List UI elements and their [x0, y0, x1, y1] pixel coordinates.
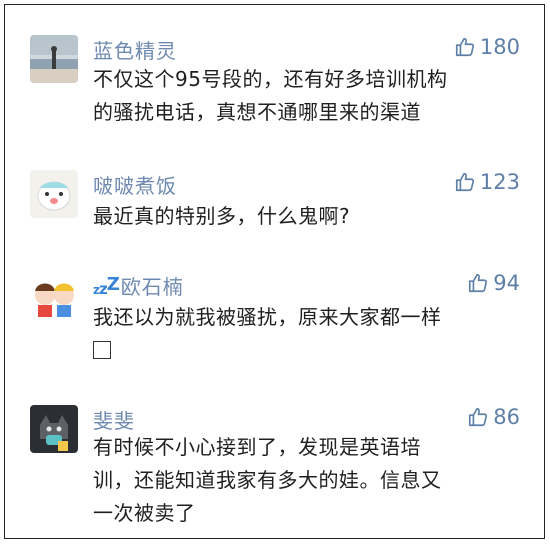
thumbs-up-icon	[455, 37, 474, 57]
comment-list: 蓝色精灵 180 不仅这个95号段的，还有好多培训机构 的骚扰电话，真想不通哪里…	[4, 4, 545, 539]
avatar[interactable]	[30, 405, 78, 453]
like-count: 180	[479, 35, 520, 59]
commenter-name[interactable]: zzZ 欧石楠	[93, 271, 184, 300]
zzz-sleep-emoji-icon: zzZ	[93, 274, 120, 298]
comment-text-line: 不仅这个95号段的，还有好多培训机构	[93, 67, 448, 91]
like-count: 94	[493, 271, 520, 295]
avatar[interactable]	[30, 271, 78, 319]
like-count: 86	[493, 405, 520, 429]
like-button[interactable]: 123	[454, 170, 520, 194]
comment-text-line: 一次被卖了	[93, 501, 196, 525]
comment-text-line	[93, 334, 513, 367]
thumbs-up-icon	[455, 172, 474, 192]
comment-text: 有时候不小心接到了，发现是英语培 训，还能知道我家有多大的娃。信息又 一次被卖了	[93, 431, 513, 530]
comment-text: 最近真的特别多，什么鬼啊?	[93, 200, 513, 233]
comment-text: 不仅这个95号段的，还有好多培训机构 的骚扰电话，真想不通哪里来的渠道	[93, 63, 513, 129]
avatar[interactable]	[30, 35, 78, 83]
avatar[interactable]	[30, 170, 78, 218]
commenter-name[interactable]: 啵啵煮饭	[93, 170, 177, 199]
commenter-name[interactable]: 蓝色精灵	[93, 35, 177, 64]
commenter-name-text: 欧石楠	[120, 275, 184, 299]
comment-text-line: 训，还能知道我家有多大的娃。信息又	[93, 468, 442, 492]
thumbs-up-icon	[469, 273, 488, 293]
comment-text: 我还以为就我被骚扰，原来大家都一样	[93, 301, 513, 367]
comment-text-line: 的骚扰电话，真想不通哪里来的渠道	[93, 100, 421, 124]
like-button[interactable]: 180	[454, 35, 520, 59]
commenter-name[interactable]: 斐斐	[93, 405, 135, 434]
missing-emoji-icon	[93, 341, 111, 359]
comment-text-line: 我还以为就我被骚扰，原来大家都一样	[93, 305, 442, 329]
like-count: 123	[479, 170, 520, 194]
like-button[interactable]: 86	[467, 405, 520, 429]
comment-text-line: 最近真的特别多，什么鬼啊?	[93, 204, 351, 228]
thumbs-up-icon	[469, 407, 488, 427]
comment-text-line: 有时候不小心接到了，发现是英语培	[93, 435, 421, 459]
like-button[interactable]: 94	[467, 271, 520, 295]
